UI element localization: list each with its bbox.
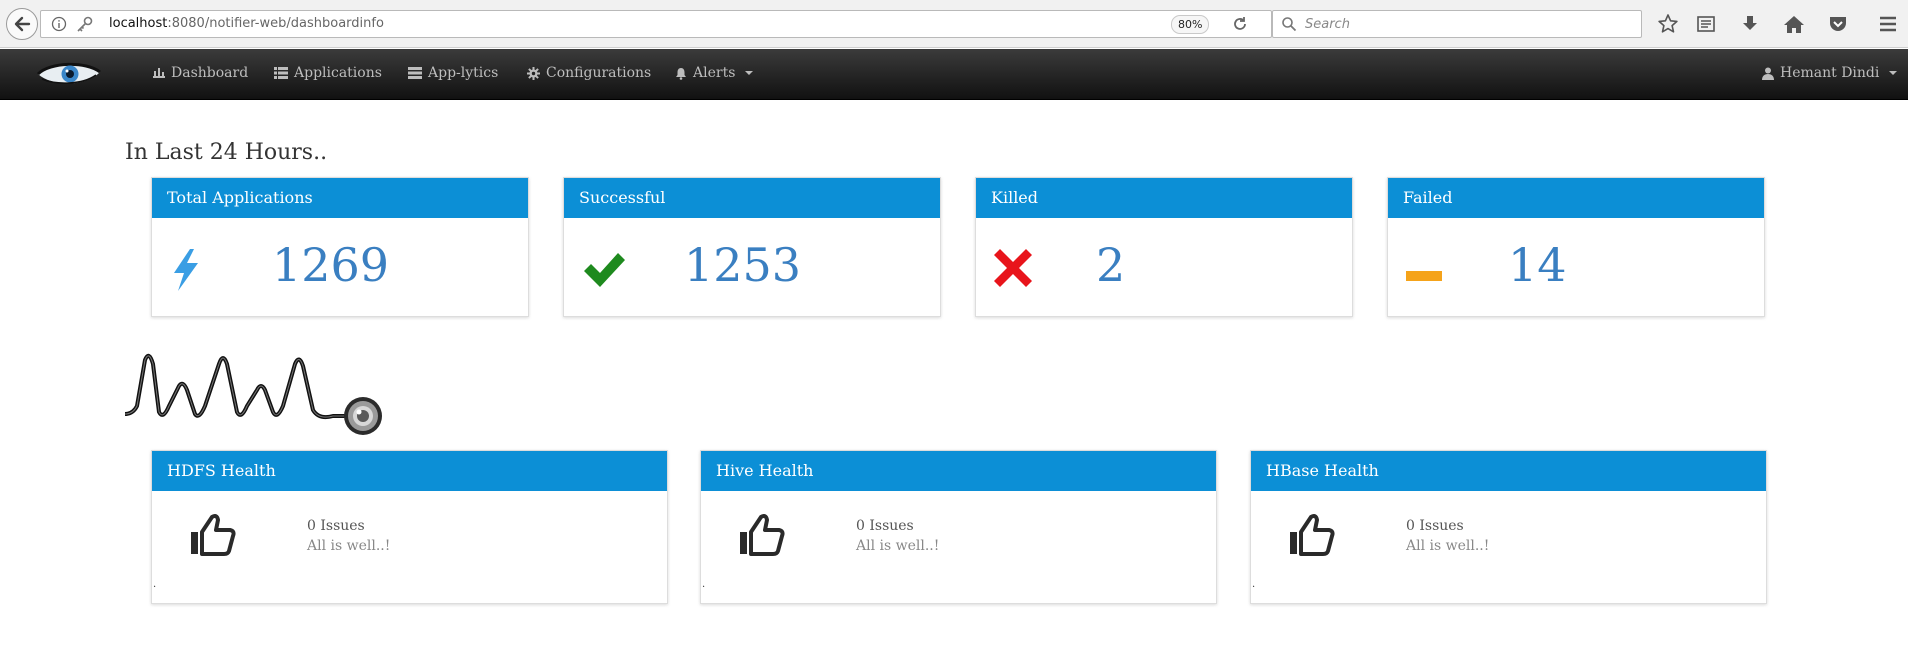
key-icon[interactable] (75, 16, 93, 36)
list-icon (274, 67, 288, 79)
nav-label: Configurations (546, 65, 652, 81)
check-icon (582, 249, 626, 293)
bar-chart-icon (153, 68, 165, 78)
card-header: Killed (976, 178, 1352, 218)
url-bar[interactable]: localhost:8080/notifier-web/dashboardinf… (40, 10, 1272, 38)
nav-label: Dashboard (171, 65, 249, 81)
stat-value: 2 (1096, 238, 1126, 292)
card-header: Hive Health (701, 451, 1216, 491)
health-status: All is well..! (1406, 538, 1490, 554)
user-menu[interactable]: Hemant Dindi (1762, 65, 1898, 81)
nav-applications[interactable]: Applications (274, 65, 382, 81)
search-icon (1281, 16, 1297, 36)
search-input[interactable]: Search (1305, 17, 1350, 32)
nav-alerts[interactable]: Alerts (675, 65, 754, 81)
app-navbar: Dashboard Applications App-lytics Config… (0, 49, 1908, 100)
reading-list-icon[interactable] (1694, 12, 1718, 36)
issues-count: 0 Issues (1406, 518, 1464, 534)
minus-icon (1406, 266, 1442, 285)
bell-icon (676, 67, 686, 80)
health-status: All is well..! (856, 538, 940, 554)
nav-dashboard[interactable]: Dashboard (153, 65, 248, 81)
card-footer: . (702, 579, 706, 590)
health-status: All is well..! (307, 538, 391, 554)
stat-card-killed[interactable]: Killed 2 (975, 177, 1353, 317)
download-icon[interactable] (1738, 12, 1762, 36)
gear-icon (527, 66, 540, 80)
chevron-down-icon (1889, 71, 1898, 75)
health-card-hbase[interactable]: HBase Health 0 Issues All is well..! . (1250, 450, 1767, 604)
stat-value: 14 (1508, 238, 1567, 292)
card-header: Failed (1388, 178, 1764, 218)
server-icon (408, 67, 422, 79)
back-arrow-icon (14, 16, 31, 32)
chevron-down-icon (745, 71, 754, 75)
zoom-indicator[interactable]: 80% (1171, 15, 1210, 34)
card-header: HBase Health (1251, 451, 1766, 491)
nav-app-lytics[interactable]: App-lytics (408, 65, 498, 81)
bookmark-star-icon[interactable] (1656, 12, 1680, 36)
pocket-icon[interactable] (1826, 12, 1850, 36)
stat-value: 1253 (684, 238, 802, 292)
card-footer: . (1252, 579, 1256, 590)
thumbs-up-icon (739, 514, 785, 560)
heartbeat-stethoscope-icon (123, 350, 393, 444)
nav-label: Alerts (693, 65, 736, 81)
issues-count: 0 Issues (856, 518, 914, 534)
browser-toolbar: localhost:8080/notifier-web/dashboardinf… (0, 0, 1908, 48)
card-footer: . (153, 579, 157, 590)
health-card-hive[interactable]: Hive Health 0 Issues All is well..! . (700, 450, 1217, 604)
stat-card-total[interactable]: Total Applications 1269 (151, 177, 529, 317)
issues-count: 0 Issues (307, 518, 365, 534)
stat-card-successful[interactable]: Successful 1253 (563, 177, 941, 317)
info-icon[interactable] (51, 16, 67, 36)
nav-label: App-lytics (428, 65, 499, 81)
health-card-hdfs[interactable]: HDFS Health 0 Issues All is well..! . (151, 450, 668, 604)
reload-icon[interactable] (1231, 15, 1249, 37)
stat-value: 1269 (272, 238, 390, 292)
menu-icon[interactable] (1876, 12, 1900, 36)
user-name: Hemant Dindi (1780, 65, 1880, 81)
card-header: Total Applications (152, 178, 528, 218)
nav-label: Applications (294, 65, 382, 81)
summary-title: In Last 24 Hours.. (125, 140, 328, 165)
thumbs-up-icon (1289, 514, 1335, 560)
url-text[interactable]: localhost:8080/notifier-web/dashboardinf… (109, 16, 384, 31)
back-button[interactable] (6, 8, 38, 40)
lightning-icon (170, 249, 200, 295)
home-icon[interactable] (1782, 12, 1806, 36)
nav-configurations[interactable]: Configurations (527, 65, 651, 81)
user-icon (1762, 67, 1774, 80)
cross-icon (994, 249, 1032, 291)
stat-card-failed[interactable]: Failed 14 (1387, 177, 1765, 317)
card-header: Successful (564, 178, 940, 218)
thumbs-up-icon (190, 514, 236, 560)
eye-logo[interactable] (36, 59, 102, 93)
search-bar[interactable]: Search (1272, 10, 1642, 38)
card-header: HDFS Health (152, 451, 667, 491)
